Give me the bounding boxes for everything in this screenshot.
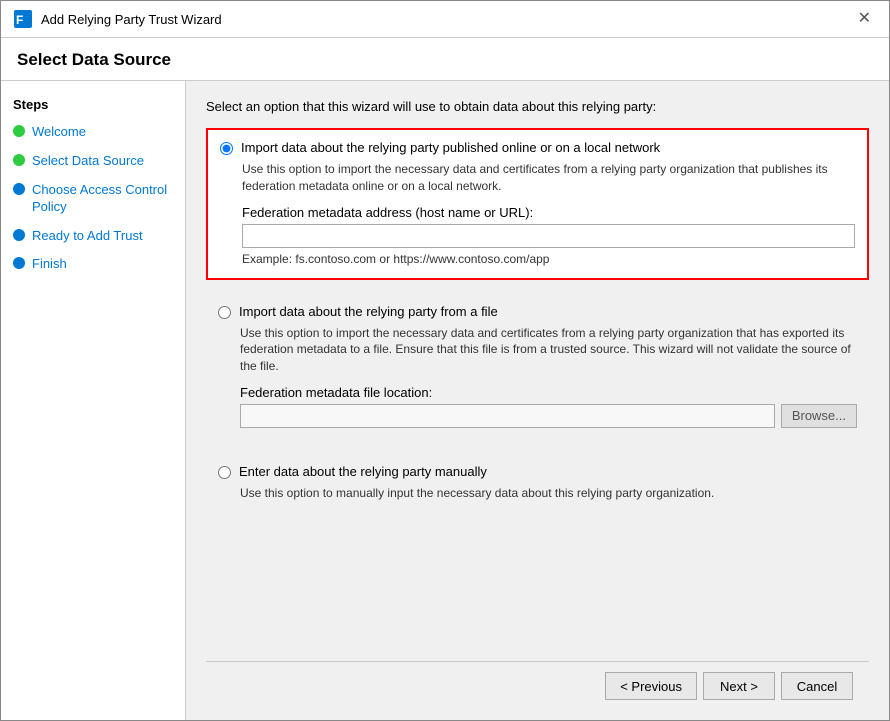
step-dot-ready <box>13 229 25 241</box>
sidebar-item-finish: Finish <box>13 254 173 275</box>
option3-description: Use this option to manually input the ne… <box>240 485 857 502</box>
instruction-text: Select an option that this wizard will u… <box>206 99 869 114</box>
sidebar-item-label-finish: Finish <box>32 256 67 273</box>
option1-box: Import data about the relying party publ… <box>206 128 869 280</box>
option2-radio-row: Import data about the relying party from… <box>218 304 857 319</box>
sidebar-item-label-select-data: Select Data Source <box>32 153 144 170</box>
page-header: Select Data Source <box>1 38 889 81</box>
option1-field-label: Federation metadata address (host name o… <box>242 205 855 220</box>
sidebar-item-select-data-source: Select Data Source <box>13 151 173 172</box>
sidebar-item-ready-to-add: Ready to Add Trust <box>13 226 173 247</box>
wizard-window: F Add Relying Party Trust Wizard ✕ Selec… <box>0 0 890 721</box>
previous-button[interactable]: < Previous <box>605 672 697 700</box>
window-title: Add Relying Party Trust Wizard <box>41 12 222 27</box>
main-panel: Select an option that this wizard will u… <box>186 81 889 720</box>
sidebar-heading: Steps <box>13 97 173 112</box>
step-dot-welcome <box>13 125 25 137</box>
page-title: Select Data Source <box>17 50 873 70</box>
file-row: Browse... <box>240 404 857 428</box>
option1-radio[interactable] <box>220 142 233 155</box>
cancel-button[interactable]: Cancel <box>781 672 853 700</box>
option1-description: Use this option to import the necessary … <box>242 161 855 195</box>
federation-metadata-file-input[interactable] <box>240 404 775 428</box>
svg-text:F: F <box>16 13 23 27</box>
footer: < Previous Next > Cancel <box>206 661 869 710</box>
option1-example: Example: fs.contoso.com or https://www.c… <box>242 252 855 266</box>
sidebar-item-label-ready: Ready to Add Trust <box>32 228 143 245</box>
option1-label[interactable]: Import data about the relying party publ… <box>241 140 660 155</box>
close-button[interactable]: ✕ <box>852 9 877 29</box>
step-dot-access-control <box>13 183 25 195</box>
next-button[interactable]: Next > <box>703 672 775 700</box>
option2-field-label: Federation metadata file location: <box>240 385 857 400</box>
option2-box: Import data about the relying party from… <box>206 294 869 440</box>
federation-metadata-address-input[interactable] <box>242 224 855 248</box>
option2-radio[interactable] <box>218 306 231 319</box>
option1-radio-row: Import data about the relying party publ… <box>220 140 855 155</box>
option3-label[interactable]: Enter data about the relying party manua… <box>239 464 487 479</box>
app-icon: F <box>13 9 33 29</box>
option3-box: Enter data about the relying party manua… <box>206 454 869 524</box>
option3-radio[interactable] <box>218 466 231 479</box>
option2-label[interactable]: Import data about the relying party from… <box>239 304 498 319</box>
browse-button[interactable]: Browse... <box>781 404 857 428</box>
option3-radio-row: Enter data about the relying party manua… <box>218 464 857 479</box>
sidebar: Steps Welcome Select Data Source Choose … <box>1 81 186 720</box>
sidebar-item-label-welcome: Welcome <box>32 124 86 141</box>
step-dot-select-data <box>13 154 25 166</box>
option2-description: Use this option to import the necessary … <box>240 325 857 375</box>
step-dot-finish <box>13 257 25 269</box>
sidebar-item-access-control: Choose Access Control Policy <box>13 180 173 218</box>
content-area: Steps Welcome Select Data Source Choose … <box>1 81 889 720</box>
sidebar-item-label-access-control: Choose Access Control Policy <box>32 182 173 216</box>
title-bar: F Add Relying Party Trust Wizard ✕ <box>1 1 889 38</box>
sidebar-item-welcome: Welcome <box>13 122 173 143</box>
